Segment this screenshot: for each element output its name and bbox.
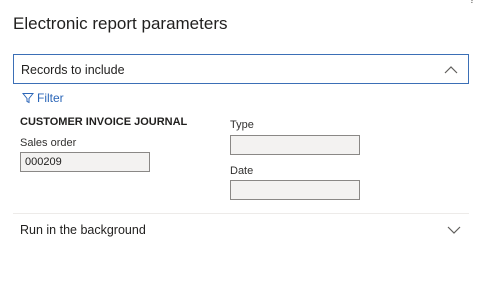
chevron-up-icon[interactable]: [444, 65, 458, 75]
type-label: Type: [230, 119, 254, 131]
chevron-down-icon[interactable]: [447, 225, 461, 235]
section-divider: [13, 213, 469, 214]
records-section-label: Records to include: [21, 63, 125, 77]
type-field[interactable]: [230, 135, 360, 155]
filter-link[interactable]: Filter: [22, 91, 64, 105]
date-field[interactable]: [230, 180, 360, 200]
run-in-background-label: Run in the background: [20, 223, 146, 237]
run-in-background-section-header[interactable]: Run in the background: [13, 215, 469, 245]
filter-icon: [22, 93, 34, 104]
date-label: Date: [230, 165, 254, 177]
page-title: Electronic report parameters: [13, 14, 228, 33]
help-icon[interactable]: ?: [469, 0, 475, 6]
filter-label: Filter: [37, 91, 64, 105]
records-to-include-section-header[interactable]: Records to include: [13, 54, 469, 84]
customer-invoice-journal-heading: CUSTOMER INVOICE JOURNAL: [20, 116, 188, 128]
sales-order-label: Sales order: [20, 137, 77, 149]
sales-order-field[interactable]: 000209: [20, 152, 150, 172]
